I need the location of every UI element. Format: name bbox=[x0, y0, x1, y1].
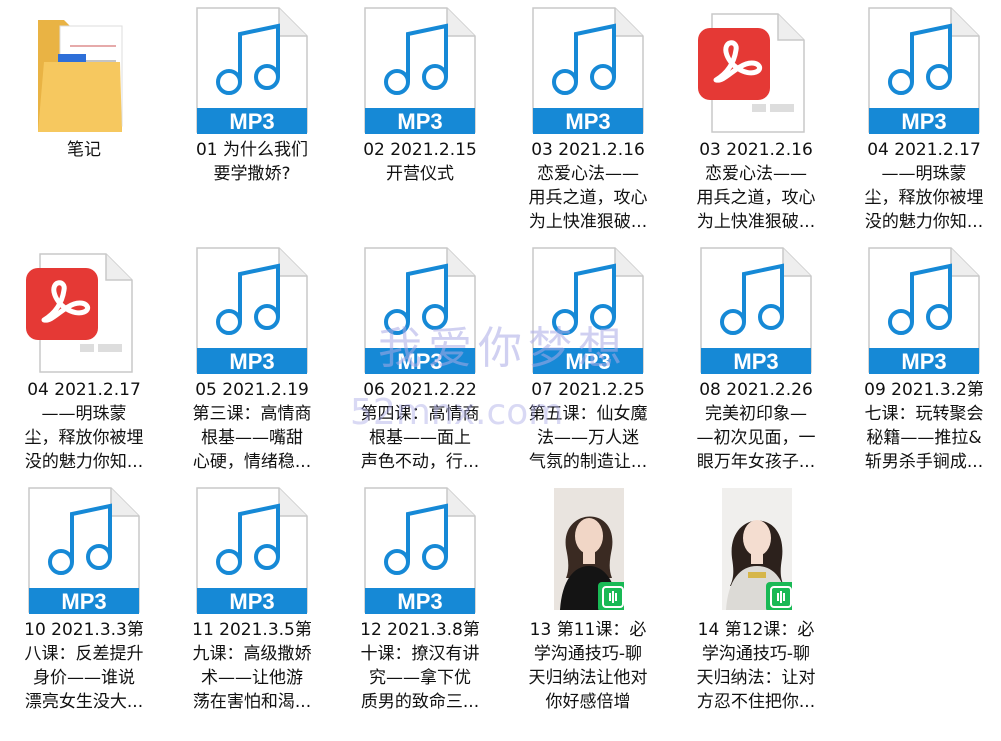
file-item-mp3[interactable]: MP3 06 2021.2.22 第四课：高情商 根基——面上 声色不动，行..… bbox=[336, 240, 504, 480]
mp3-text: MP3 bbox=[61, 589, 106, 614]
mp3-file-icon: MP3 bbox=[168, 6, 336, 136]
mp3-text: MP3 bbox=[397, 109, 442, 134]
file-item-video[interactable]: 14 第12课：必 学沟通技巧-聊 天归纳法：让对 方忍不住把你... bbox=[672, 480, 840, 720]
file-label: 03 2021.2.16 恋爱心法—— 用兵之道，攻心 为上快准狠破... bbox=[696, 140, 816, 232]
file-label: 10 2021.3.3第 八课：反差提升 身价——谁说 漂亮女生没大... bbox=[24, 620, 144, 712]
video-thumbnail bbox=[504, 486, 672, 614]
mp3-text: MP3 bbox=[229, 349, 274, 374]
file-label: 02 2021.2.15 开营仪式 bbox=[363, 140, 477, 184]
file-item-mp3[interactable]: MP3 12 2021.3.8第 十课：撩汉有讲 究——拿下优 质男的致命三..… bbox=[336, 480, 504, 720]
file-label: 06 2021.2.22 第四课：高情商 根基——面上 声色不动，行... bbox=[360, 380, 480, 472]
file-grid: N 笔记 MP3 01 为什么我们 要学撒娇? bbox=[0, 0, 1001, 741]
file-label: 13 第11课：必 学沟通技巧-聊 天归纳法让他对 你好感倍增 bbox=[528, 620, 648, 712]
file-label: 12 2021.3.8第 十课：撩汉有讲 究——拿下优 质男的致命三... bbox=[360, 620, 480, 712]
folder-icon: N bbox=[0, 6, 168, 134]
mp3-text: MP3 bbox=[397, 589, 442, 614]
pdf-file-icon bbox=[0, 246, 168, 374]
mp3-text: MP3 bbox=[565, 109, 610, 134]
video-badge-icon bbox=[766, 582, 792, 610]
file-item-mp3[interactable]: MP3 04 2021.2.17 ——明珠蒙 尘，释放你被埋 没的魅力你知... bbox=[840, 0, 1001, 240]
video-thumbnail-image bbox=[722, 488, 792, 610]
mp3-file-icon: MP3 bbox=[672, 246, 840, 376]
file-label: 01 为什么我们 要学撒娇? bbox=[195, 140, 309, 184]
video-thumbnail bbox=[672, 486, 840, 614]
file-item-folder-notes[interactable]: N 笔记 bbox=[0, 0, 168, 240]
mp3-file-icon: MP3 bbox=[504, 6, 672, 136]
file-item-mp3[interactable]: MP3 08 2021.2.26 完美初印象— —初次见面，一 眼万年女孩子..… bbox=[672, 240, 840, 480]
mp3-file-icon: MP3 bbox=[168, 246, 336, 376]
mp3-text: MP3 bbox=[901, 349, 946, 374]
mp3-file-icon: MP3 bbox=[336, 246, 504, 376]
mp3-file-icon: MP3 bbox=[840, 246, 1001, 376]
file-item-pdf[interactable]: 03 2021.2.16 恋爱心法—— 用兵之道，攻心 为上快准狠破... bbox=[672, 0, 840, 240]
file-label: 笔记 bbox=[67, 140, 101, 160]
mp3-text: MP3 bbox=[229, 109, 274, 134]
file-label: 05 2021.2.19 第三课：高情商 根基——嘴甜 心硬，情绪稳... bbox=[192, 380, 312, 472]
mp3-text: MP3 bbox=[565, 349, 610, 374]
file-label: 09 2021.3.2第 七课：玩转聚会 秘籍——推拉& 斩男杀手锏成... bbox=[864, 380, 984, 472]
file-label: 03 2021.2.16 恋爱心法—— 用兵之道，攻心 为上快准狠破... bbox=[528, 140, 648, 232]
file-item-pdf[interactable]: 04 2021.2.17 ——明珠蒙 尘，释放你被埋 没的魅力你知... bbox=[0, 240, 168, 480]
file-item-mp3[interactable]: MP3 09 2021.3.2第 七课：玩转聚会 秘籍——推拉& 斩男杀手锏成.… bbox=[840, 240, 1001, 480]
file-item-video[interactable]: 13 第11课：必 学沟通技巧-聊 天归纳法让他对 你好感倍增 bbox=[504, 480, 672, 720]
file-item-mp3[interactable]: MP3 07 2021.2.25 第五课：仙女魔 法——万人迷 气氛的制造让..… bbox=[504, 240, 672, 480]
file-item-mp3[interactable]: MP3 10 2021.3.3第 八课：反差提升 身价——谁说 漂亮女生没大..… bbox=[0, 480, 168, 720]
file-item-mp3[interactable]: MP3 01 为什么我们 要学撒娇? bbox=[168, 0, 336, 240]
mp3-file-icon: MP3 bbox=[168, 486, 336, 616]
mp3-text: MP3 bbox=[397, 349, 442, 374]
mp3-file-icon: MP3 bbox=[504, 246, 672, 376]
mp3-text: MP3 bbox=[733, 349, 778, 374]
file-label: 11 2021.3.5第 九课：高级撒娇 术——让他游 荡在害怕和渴... bbox=[192, 620, 312, 712]
mp3-text: MP3 bbox=[229, 589, 274, 614]
file-label: 04 2021.2.17 ——明珠蒙 尘，释放你被埋 没的魅力你知... bbox=[864, 140, 984, 232]
video-badge-icon bbox=[598, 582, 624, 610]
mp3-file-icon: MP3 bbox=[336, 486, 504, 616]
file-item-mp3[interactable]: MP3 03 2021.2.16 恋爱心法—— 用兵之道，攻心 为上快准狠破..… bbox=[504, 0, 672, 240]
mp3-file-icon: MP3 bbox=[336, 6, 504, 136]
mp3-text: MP3 bbox=[901, 109, 946, 134]
file-item-mp3[interactable]: MP3 05 2021.2.19 第三课：高情商 根基——嘴甜 心硬，情绪稳..… bbox=[168, 240, 336, 480]
file-label: 14 第12课：必 学沟通技巧-聊 天归纳法：让对 方忍不住把你... bbox=[696, 620, 816, 712]
file-item-mp3[interactable]: MP3 11 2021.3.5第 九课：高级撒娇 术——让他游 荡在害怕和渴..… bbox=[168, 480, 336, 720]
mp3-file-icon: MP3 bbox=[0, 486, 168, 616]
pdf-file-icon bbox=[672, 6, 840, 134]
video-thumbnail-image bbox=[554, 488, 624, 610]
file-label: 07 2021.2.25 第五课：仙女魔 法——万人迷 气氛的制造让... bbox=[528, 380, 648, 472]
file-label: 08 2021.2.26 完美初印象— —初次见面，一 眼万年女孩子... bbox=[696, 380, 816, 472]
file-item-mp3[interactable]: MP3 02 2021.2.15 开营仪式 bbox=[336, 0, 504, 240]
file-label: 04 2021.2.17 ——明珠蒙 尘，释放你被埋 没的魅力你知... bbox=[24, 380, 144, 472]
mp3-file-icon: MP3 bbox=[840, 6, 1001, 136]
